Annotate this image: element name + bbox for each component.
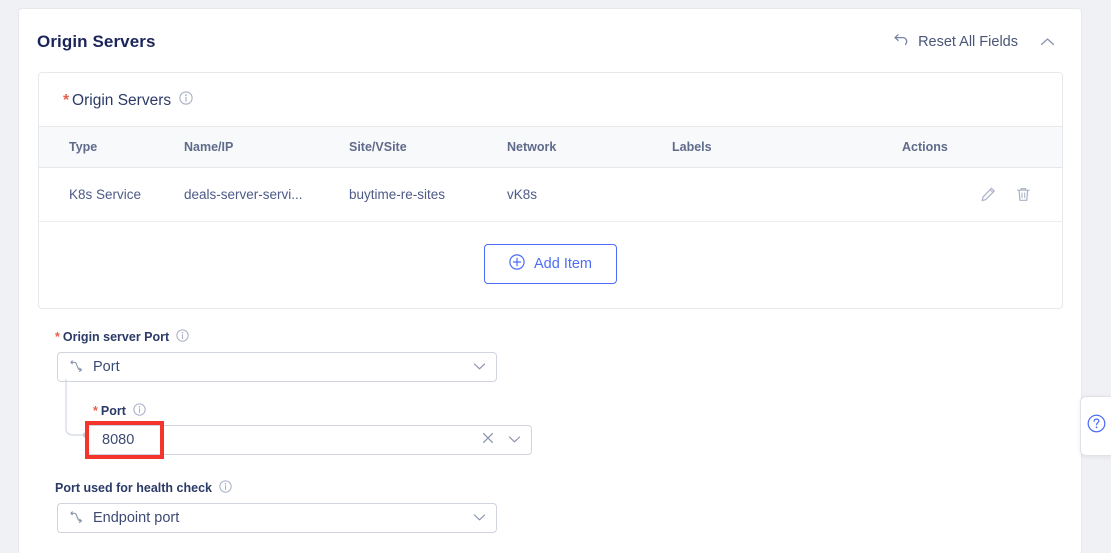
add-item-row: Add Item [39, 222, 1062, 308]
origin-servers-panel-title: * Origin Servers [63, 91, 172, 109]
origin-server-port-label: * Origin server Port [55, 329, 189, 345]
info-icon[interactable] [133, 403, 146, 419]
chevron-down-icon[interactable] [473, 358, 486, 376]
branch-icon [69, 511, 83, 525]
table-header: Type Name/IP Site/VSite Network Labels A… [39, 126, 1062, 168]
cell-name-ip: deals-server-servi... [184, 187, 303, 202]
origin-servers-panel-header: * Origin Servers [39, 73, 1062, 126]
chevron-up-icon[interactable] [1038, 35, 1057, 49]
chevron-down-icon[interactable] [473, 509, 486, 527]
column-header-labels: Labels [672, 140, 712, 154]
edit-icon[interactable] [980, 186, 997, 203]
table-header-row: Type Name/IP Site/VSite Network Labels A… [39, 126, 1062, 168]
page-title: Origin Servers [37, 32, 156, 51]
origin-servers-panel: * Origin Servers Type Name/IP Site/VSite … [38, 72, 1063, 309]
required-asterisk: * [55, 330, 60, 344]
card-header: Origin Servers Reset All Fields [19, 9, 1081, 53]
origin-server-port-select[interactable]: Port [57, 352, 497, 382]
header-actions: Reset All Fields [892, 33, 1057, 51]
health-check-port-value: Endpoint port [93, 510, 180, 526]
origin-servers-card: Origin Servers Reset All Fields * Origin… [18, 8, 1082, 553]
help-button[interactable] [1080, 396, 1111, 456]
cell-type: K8s Service [69, 187, 142, 202]
health-check-port-label: Port used for health check [55, 480, 232, 496]
question-circle-icon [1087, 414, 1106, 438]
required-asterisk: * [63, 91, 70, 109]
cell-labels [672, 168, 902, 222]
undo-arrow-icon [892, 33, 909, 51]
add-item-button[interactable]: Add Item [483, 244, 618, 284]
delete-icon[interactable] [1015, 186, 1032, 203]
reset-all-fields-button[interactable]: Reset All Fields [892, 33, 1018, 51]
nested-port-field[interactable]: 8080 [87, 425, 532, 455]
info-icon[interactable] [176, 329, 189, 345]
nested-port-label: * Port [93, 403, 146, 419]
health-check-port-select[interactable]: Endpoint port [57, 503, 497, 533]
add-item-label: Add Item [533, 256, 593, 272]
plus-circle-icon [509, 254, 525, 274]
origin-servers-table: Type Name/IP Site/VSite Network Labels A… [39, 126, 1062, 222]
reset-all-fields-label: Reset All Fields [918, 34, 1018, 50]
info-icon[interactable] [179, 91, 193, 110]
nested-port-value: 8080 [102, 432, 135, 448]
column-header-network: Network [507, 140, 557, 154]
column-header-type: Type [69, 140, 98, 154]
cell-site-vsite: buytime-re-sites [349, 187, 446, 202]
info-icon[interactable] [219, 480, 232, 496]
column-header-site-vsite: Site/VSite [349, 140, 407, 154]
cell-actions [902, 168, 1062, 222]
cell-network: vK8s [507, 187, 538, 202]
table-body: K8s Service deals-server-servi... buytim… [39, 168, 1062, 222]
clear-x-icon[interactable] [482, 431, 494, 449]
column-header-actions: Actions [902, 140, 948, 154]
table-row[interactable]: K8s Service deals-server-servi... buytim… [39, 168, 1062, 222]
column-header-name-ip: Name/IP [184, 140, 234, 154]
chevron-down-icon[interactable] [508, 431, 521, 449]
required-asterisk: * [93, 404, 98, 418]
origin-server-port-value: Port [93, 359, 120, 375]
branch-icon [69, 360, 83, 374]
